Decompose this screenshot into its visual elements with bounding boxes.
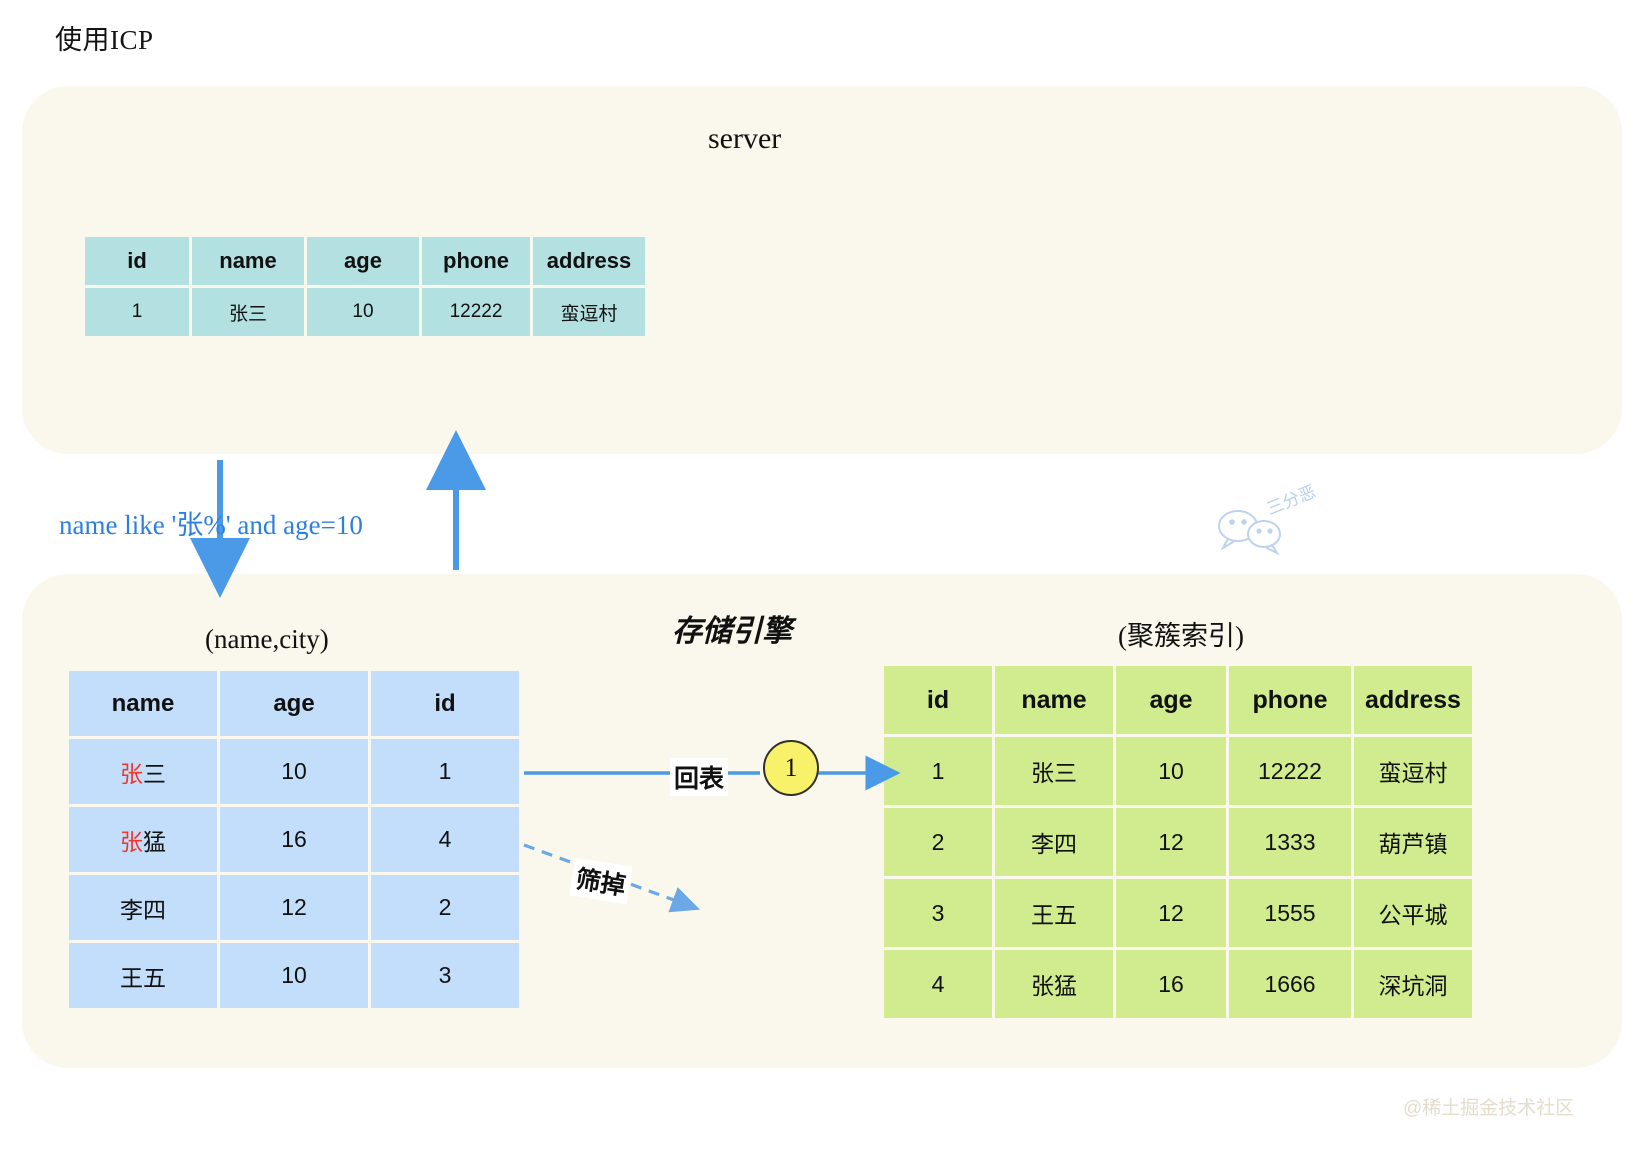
table-row: 1 张三 10 12222 蛮逗村 <box>85 288 645 336</box>
page-title: 使用ICP <box>55 25 154 55</box>
cell-name-prefix: 张 <box>120 828 143 855</box>
step-badge-1: 1 <box>763 740 819 796</box>
cell-phone: 1555 <box>1229 879 1351 947</box>
column-header-phone: phone <box>422 237 530 285</box>
column-header-name: name <box>192 237 304 285</box>
table-header-row: id name age phone address <box>884 666 1472 734</box>
column-header-address: address <box>533 237 645 285</box>
table-row: 4 张猛 16 1666 深坑洞 <box>884 950 1472 1018</box>
wechat-watermark-text: 三分恶 <box>1264 481 1319 519</box>
table-row: 1 张三 10 12222 蛮逗村 <box>884 737 1472 805</box>
table-row: 李四 12 2 <box>69 875 519 940</box>
cell-id: 4 <box>884 950 992 1018</box>
cell-id: 3 <box>371 943 519 1008</box>
storage-engine-heading: 存储引擎 <box>672 615 792 648</box>
cell-age: 12 <box>1116 879 1226 947</box>
table-row: 3 王五 12 1555 公平城 <box>884 879 1472 947</box>
cell-age: 10 <box>220 943 368 1008</box>
cell-age: 10 <box>307 288 419 336</box>
cell-phone: 1666 <box>1229 950 1351 1018</box>
clustered-index-table: id name age phone address 1 张三 10 12222 … <box>881 663 1475 1021</box>
query-condition-label: name like '张%' and age=10 <box>59 510 363 540</box>
cell-address: 葫芦镇 <box>1354 808 1472 876</box>
column-header-age: age <box>307 237 419 285</box>
cell-age: 10 <box>220 739 368 804</box>
column-header-id: id <box>884 666 992 734</box>
cell-name-rest: 猛 <box>143 828 166 855</box>
cell-id: 1 <box>884 737 992 805</box>
secondary-index-table: name age id 张三 10 1 张猛 16 4 李四 12 2 王五 1… <box>66 668 522 1011</box>
site-watermark: @稀土掘金技术社区 <box>1403 1098 1575 1119</box>
cell-address: 深坑洞 <box>1354 950 1472 1018</box>
server-heading: server <box>708 122 782 155</box>
server-result-table: id name age phone address 1 张三 10 12222 … <box>82 234 648 339</box>
secondary-index-caption: (name,city) <box>205 624 329 654</box>
cell-name: 王五 <box>995 879 1113 947</box>
column-header-phone: phone <box>1229 666 1351 734</box>
cell-name: 张三 <box>192 288 304 336</box>
cell-phone: 12222 <box>422 288 530 336</box>
cell-phone: 12222 <box>1229 737 1351 805</box>
cell-name: 张三 <box>69 739 217 804</box>
cell-address: 公平城 <box>1354 879 1472 947</box>
wechat-watermark: 三分恶 <box>1213 482 1343 550</box>
cell-id: 4 <box>371 807 519 872</box>
cell-name-rest: 三 <box>143 760 166 787</box>
cell-id: 3 <box>884 879 992 947</box>
cell-name: 张猛 <box>995 950 1113 1018</box>
cell-age: 16 <box>220 807 368 872</box>
cell-id: 2 <box>371 875 519 940</box>
cell-name-prefix: 张 <box>120 760 143 787</box>
cell-id: 1 <box>85 288 189 336</box>
cell-age: 16 <box>1116 950 1226 1018</box>
table-row: 王五 10 3 <box>69 943 519 1008</box>
cell-name: 李四 <box>995 808 1113 876</box>
diagram-canvas: 使用ICP server id name age phone address 1… <box>0 0 1640 1168</box>
column-header-name: name <box>69 671 217 736</box>
column-header-age: age <box>1116 666 1226 734</box>
column-header-id: id <box>371 671 519 736</box>
cell-address: 蛮逗村 <box>533 288 645 336</box>
table-header-row: id name age phone address <box>85 237 645 285</box>
clustered-index-caption: (聚簇索引) <box>1118 621 1244 651</box>
column-header-name: name <box>995 666 1113 734</box>
cell-id: 1 <box>371 739 519 804</box>
table-header-row: name age id <box>69 671 519 736</box>
cell-name: 李四 <box>69 875 217 940</box>
cell-id: 2 <box>884 808 992 876</box>
table-row: 2 李四 12 1333 葫芦镇 <box>884 808 1472 876</box>
cell-address: 蛮逗村 <box>1354 737 1472 805</box>
table-row: 张猛 16 4 <box>69 807 519 872</box>
column-header-id: id <box>85 237 189 285</box>
cell-age: 12 <box>220 875 368 940</box>
cell-age: 10 <box>1116 737 1226 805</box>
column-header-age: age <box>220 671 368 736</box>
cell-name: 张三 <box>995 737 1113 805</box>
cell-name: 王五 <box>69 943 217 1008</box>
column-header-address: address <box>1354 666 1472 734</box>
cell-phone: 1333 <box>1229 808 1351 876</box>
lookup-label: 回表 <box>670 758 729 796</box>
table-row: 张三 10 1 <box>69 739 519 804</box>
cell-name: 张猛 <box>69 807 217 872</box>
cell-age: 12 <box>1116 808 1226 876</box>
